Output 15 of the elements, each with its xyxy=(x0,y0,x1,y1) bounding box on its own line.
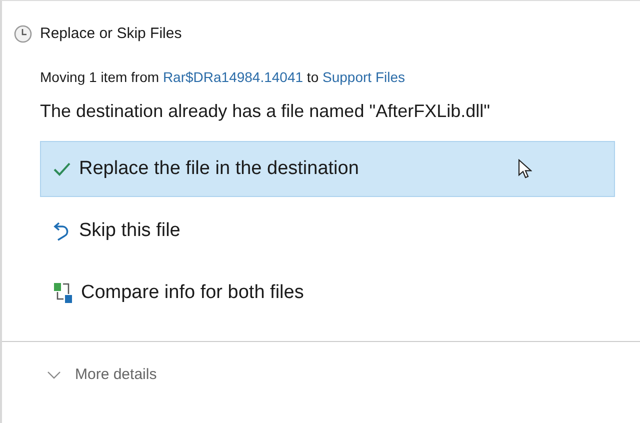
source-folder-link[interactable]: Rar$DRa14984.14041 xyxy=(162,69,304,85)
option-button[interactable]: Compare info for both files xyxy=(40,265,615,321)
undo-arrow-icon xyxy=(53,221,71,241)
option-button[interactable]: Skip this file xyxy=(40,203,615,259)
window-title: Replace or Skip Files xyxy=(40,24,182,44)
moving-status-text: Moving 1 item from Rar$DRa14984.14041 to Support Files xyxy=(39,68,406,87)
chevron-icon xyxy=(47,371,61,380)
more-details-toggle[interactable]: More details xyxy=(2,342,640,386)
option-button[interactable]: Replace the file in the destination xyxy=(40,141,615,197)
compare-files-icon xyxy=(53,282,73,304)
checkmark-icon xyxy=(53,162,71,176)
conflict-message: The destination already has a file named "AfterFXLib.dll" xyxy=(39,100,492,123)
destination-folder-link[interactable]: Support Files xyxy=(322,69,405,85)
clock-icon xyxy=(14,25,32,43)
mouse-cursor-icon xyxy=(518,159,532,179)
